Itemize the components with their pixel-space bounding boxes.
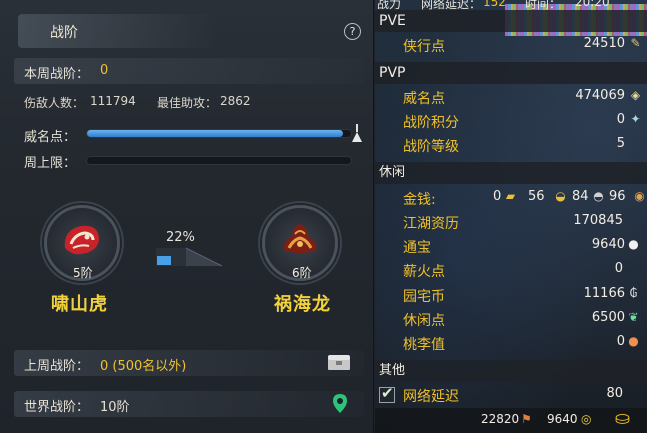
pvp-row-1: 战阶积分 0 ✦: [375, 109, 647, 132]
section-leisure-header: 休闲: [375, 162, 647, 184]
weekly-rank-row: 本周战阶： 0: [14, 58, 364, 84]
weekly-rank-label: 本周战阶：: [24, 67, 90, 82]
leisure-value-2: 0: [614, 261, 623, 276]
pvp-value-1: 0: [616, 112, 625, 127]
leisure-row-1: 通宝 9640 ●: [375, 234, 647, 257]
next-rank-name: 祸海龙: [274, 294, 331, 315]
world-rank-row: 世界战阶： 10阶: [14, 391, 364, 417]
prestige-bar-fill: [87, 130, 344, 137]
leisure-row-5: 桃李值 0 ●: [375, 331, 647, 354]
pvp-label-0: 威名点: [403, 91, 445, 107]
weekly-rank-value: 0: [100, 63, 109, 78]
coupon-icon: ⚑: [521, 412, 532, 426]
top-label-2: 152: [483, 0, 506, 9]
gold-piece-icon: ◒: [555, 189, 566, 203]
silver-piece-icon: ◓: [593, 189, 604, 203]
money-label: 金钱:: [403, 192, 436, 208]
prestige-bar: [86, 129, 352, 138]
world-rank-label: 世界战阶：: [24, 400, 90, 415]
coin-icon: ●: [628, 237, 639, 251]
section-pve-header: PVE: [375, 10, 647, 32]
panel-title: 战阶: [50, 25, 78, 41]
peach-icon: ●: [628, 334, 639, 348]
pvp-row-2: 战阶等级 5: [375, 133, 647, 156]
last-week-label: 上周战阶：: [24, 359, 90, 374]
leisure-label-4: 休闲点: [403, 313, 445, 329]
last-week-row: 上周战阶： 0 (500名以外): [14, 350, 364, 376]
leisure-label-1: 通宝: [403, 240, 431, 256]
money-amount-1: 56: [528, 189, 545, 204]
money-amount-2: 84: [572, 189, 589, 204]
leaf-icon: ❦: [628, 310, 639, 324]
section-other-header: 其他: [375, 360, 647, 382]
pve-label: 侠行点: [403, 39, 445, 55]
house-coin-icon: ₲: [629, 286, 638, 300]
leisure-row-2: 薪火点 0: [375, 258, 647, 281]
crest-icon: ✦: [630, 112, 641, 126]
chest-icon[interactable]: [327, 353, 351, 371]
panel-title-bar: 战阶: [18, 14, 218, 48]
gold-ingot-icon: ▰: [505, 189, 516, 203]
money-amount-0: 0: [493, 189, 502, 204]
leisure-row-3: 园宅币 11166 ₲: [375, 283, 647, 306]
leisure-value-4: 6500: [591, 310, 625, 325]
current-rank-tier: 5阶: [73, 266, 93, 280]
leisure-label-3: 园宅币: [403, 289, 445, 305]
leisure-value-0: 170845: [573, 213, 623, 228]
assists-label: 最佳助攻：: [157, 96, 218, 110]
copper-piece-icon: ◉: [634, 189, 645, 203]
money-row: 金钱: 0 ▰ 56 ◒ 84 ◓ 96 ◉: [375, 186, 647, 209]
tongbao-icon: ◎: [581, 412, 592, 426]
section-pvp-header: PVP: [375, 62, 647, 84]
quill-icon: ✎: [630, 36, 641, 50]
current-rank-name: 啸山虎: [51, 294, 108, 315]
rank-progress-wedge: [156, 247, 223, 267]
coupon-amount: 22820: [481, 412, 520, 426]
bar-cap-icon: [352, 124, 362, 142]
leisure-value-1: 9640: [591, 237, 625, 252]
last-week-value: 0 (500名以外): [100, 359, 187, 374]
prestige-icon: ◈: [630, 88, 641, 102]
pvp-row-0: 威名点 474069 ◈: [375, 85, 647, 108]
tongbao-amount: 9640: [547, 412, 578, 426]
pvp-value-0: 474069: [575, 88, 625, 103]
leisure-row-0: 江湖资历 170845: [375, 210, 647, 233]
leisure-label-5: 桃李值: [403, 337, 445, 353]
bottom-currency-bar: 22820 ⚑ 9640 ◎ ⛀: [375, 408, 647, 433]
dragon-emblem-icon: [283, 224, 317, 253]
leisure-label-2: 薪火点: [403, 264, 445, 280]
help-icon[interactable]: ?: [344, 23, 361, 40]
rank-panel: 战阶 ? 本周战阶： 0 伤敌人数： 111794 最佳助攻： 2862 威名点…: [0, 0, 374, 433]
currency-panel: 战力 网络延迟： 152 时间： 20:20 PVE 侠行点 24510 ✎ P…: [375, 0, 647, 433]
location-pin-icon[interactable]: [332, 393, 348, 415]
pve-value: 24510: [583, 36, 625, 51]
assists-value: 2862: [220, 94, 251, 108]
kills-value: 111794: [90, 94, 136, 108]
other-value-0: 80: [606, 386, 623, 401]
pvp-value-2: 5: [616, 136, 625, 151]
gold-ingot-shop-icon[interactable]: ⛀: [615, 408, 630, 429]
prestige-label: 威名点：: [24, 130, 77, 145]
tiger-emblem-icon: [64, 225, 99, 255]
weekly-cap-bar: [86, 156, 352, 165]
world-rank-value: 10阶: [100, 400, 130, 415]
other-label-0: 网络延迟: [403, 389, 459, 405]
leisure-value-5: 0: [616, 334, 625, 349]
pvp-label-2: 战阶等级: [403, 139, 459, 155]
money-amount-3: 96: [609, 189, 626, 204]
pvp-label-1: 战阶积分: [403, 115, 459, 131]
top-label-4: 20:20: [575, 0, 610, 9]
next-rank-tier: 6阶: [292, 266, 312, 280]
pve-row: 侠行点 24510 ✎: [375, 33, 647, 56]
kills-label: 伤敌人数：: [24, 96, 85, 110]
leisure-row-4: 休闲点 6500 ❦: [375, 307, 647, 330]
weekly-cap-label: 周上限：: [24, 156, 77, 171]
leisure-value-3: 11166: [583, 286, 625, 301]
other-row-0: 网络延迟 80: [375, 383, 647, 406]
leisure-label-0: 江湖资历: [403, 216, 459, 232]
rank-progress-percent: 22%: [166, 230, 195, 245]
